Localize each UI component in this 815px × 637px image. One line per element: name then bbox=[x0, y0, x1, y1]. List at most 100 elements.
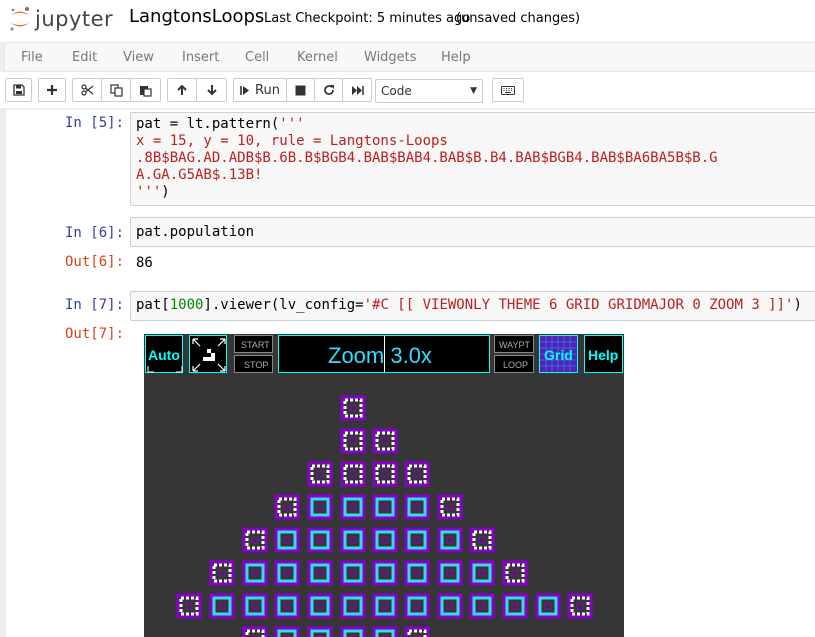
loop-cell bbox=[544, 602, 552, 610]
stop-label: STOP bbox=[244, 360, 269, 370]
menu-kernel[interactable]: Kernel bbox=[297, 50, 338, 65]
loop-cell bbox=[251, 569, 259, 577]
cell-type-select[interactable]: Code ▼ bbox=[375, 79, 483, 103]
copy-button[interactable] bbox=[101, 78, 131, 102]
loop-cell bbox=[446, 602, 454, 610]
loop-cell bbox=[316, 536, 324, 544]
loop-cell bbox=[185, 602, 193, 610]
code-content: pat[1000].viewer(lv_config='#C [[ VIEWON… bbox=[136, 297, 802, 314]
paste-button[interactable] bbox=[130, 78, 161, 102]
auto-fit-button[interactable]: Auto bbox=[145, 335, 183, 373]
restart-run-all-button[interactable] bbox=[342, 78, 372, 102]
loop-button[interactable]: LOOP bbox=[494, 355, 534, 373]
loop-cell bbox=[413, 470, 421, 478]
help-button[interactable]: Help bbox=[584, 335, 623, 373]
code-token: ) bbox=[793, 297, 802, 313]
in-prompt: In [5]: bbox=[65, 115, 125, 131]
stop-button[interactable]: STOP bbox=[234, 355, 273, 373]
out-prompt: Out[7]: bbox=[65, 326, 125, 342]
output-text: 86 bbox=[136, 255, 153, 271]
waypt-label: WAYPT bbox=[499, 340, 530, 350]
loop-cell bbox=[349, 503, 357, 511]
code-cell-input[interactable]: pat.population bbox=[130, 217, 815, 247]
code-content: pat = lt.pattern(''' x = 15, y = 10, rul… bbox=[136, 116, 718, 201]
jupyter-logo[interactable]: jupyter bbox=[8, 4, 113, 34]
grid-toggle-button[interactable]: Grid bbox=[539, 335, 578, 373]
loop-cell bbox=[218, 602, 226, 610]
loop-cell bbox=[478, 602, 486, 610]
save-button[interactable] bbox=[5, 78, 32, 102]
loop-cell bbox=[381, 470, 389, 478]
menu-insert[interactable]: Insert bbox=[182, 50, 219, 65]
loop-cell bbox=[381, 437, 389, 445]
loop-cell bbox=[381, 569, 389, 577]
code-number: 1000 bbox=[169, 297, 204, 313]
loop-cell bbox=[349, 536, 357, 544]
waypoint-button[interactable]: WAYPT bbox=[494, 335, 534, 353]
move-down-button[interactable] bbox=[196, 78, 227, 102]
loop-cell bbox=[413, 536, 421, 544]
loop-cell bbox=[316, 569, 324, 577]
loop-cell bbox=[316, 470, 324, 478]
code-token: pat[ bbox=[136, 297, 170, 313]
code-token: ].viewer(lv_config= bbox=[203, 297, 364, 313]
notebook-name[interactable]: LangtonsLoops bbox=[129, 6, 264, 27]
paste-icon bbox=[140, 85, 152, 97]
loop-cell bbox=[251, 602, 259, 610]
loop-cell bbox=[283, 602, 291, 610]
zoom-slider[interactable]: Zoom 3.0x bbox=[278, 335, 490, 373]
start-button[interactable]: START bbox=[234, 335, 273, 353]
loop-cell bbox=[446, 503, 454, 511]
chevron-down-icon: ▼ bbox=[470, 86, 477, 96]
autosave-status: (unsaved changes) bbox=[456, 11, 581, 26]
cell-type-value: Code bbox=[381, 84, 412, 98]
loop-cell bbox=[381, 503, 389, 511]
command-palette-button[interactable] bbox=[492, 78, 524, 102]
loop-cell bbox=[446, 569, 454, 577]
grid-label: Grid bbox=[544, 347, 573, 363]
code-cell-input[interactable]: pat[1000].viewer(lv_config='#C [[ VIEWON… bbox=[130, 291, 815, 321]
loop-cell bbox=[349, 470, 357, 478]
run-button[interactable]: Run bbox=[233, 78, 287, 102]
menu-file[interactable]: File bbox=[21, 50, 43, 65]
code-string: A.GA.G5AB$.13B! bbox=[136, 167, 263, 183]
lifeviewer-canvas[interactable]: Auto START STOP Zoom 3.0x WAYPT LOOP Gri… bbox=[144, 334, 624, 637]
menu-edit[interactable]: Edit bbox=[72, 50, 97, 65]
in-prompt: In [6]: bbox=[65, 225, 125, 241]
loop-cell bbox=[251, 536, 259, 544]
code-cell-input[interactable]: pat = lt.pattern(''' x = 15, y = 10, rul… bbox=[130, 112, 815, 206]
move-up-button[interactable] bbox=[167, 78, 197, 102]
notebook-header: jupyter LangtonsLoops Last Checkpoint: 5… bbox=[0, 0, 815, 42]
plus-icon bbox=[47, 85, 57, 95]
menu-view[interactable]: View bbox=[123, 50, 154, 65]
loop-cell bbox=[283, 503, 291, 511]
arrow-down-icon bbox=[206, 85, 217, 96]
keyboard-icon bbox=[501, 85, 515, 95]
save-icon bbox=[12, 84, 25, 96]
menu-widgets[interactable]: Widgets bbox=[364, 50, 417, 65]
out-prompt: Out[6]: bbox=[65, 254, 125, 270]
menu-cell[interactable]: Cell bbox=[245, 50, 269, 65]
fit-button[interactable] bbox=[189, 335, 227, 373]
loop-cell bbox=[349, 602, 357, 610]
loop-cell bbox=[511, 602, 519, 610]
cut-button[interactable] bbox=[72, 78, 102, 102]
help-label: Help bbox=[588, 347, 619, 363]
arrow-up-icon bbox=[177, 84, 187, 95]
interrupt-button[interactable] bbox=[286, 78, 315, 102]
loop-cell bbox=[413, 503, 421, 511]
fast-forward-icon bbox=[351, 85, 364, 95]
restart-button[interactable] bbox=[314, 78, 343, 102]
loop-label: LOOP bbox=[503, 360, 529, 370]
menubar: File Edit View Insert Cell Kernel Widget… bbox=[4, 42, 815, 72]
loop-cell bbox=[381, 602, 389, 610]
menu-help[interactable]: Help bbox=[441, 50, 471, 65]
insert-cell-button[interactable] bbox=[38, 78, 66, 102]
loop-cell bbox=[446, 536, 454, 544]
code-string: '#C [[ VIEWONLY THEME 6 GRID GRIDMAJOR 0… bbox=[363, 297, 794, 313]
jupyter-logo-icon bbox=[10, 7, 29, 31]
restart-icon bbox=[323, 85, 334, 95]
jupyter-logo-text: jupyter bbox=[35, 7, 114, 31]
loop-cell bbox=[349, 404, 357, 412]
copy-icon bbox=[109, 83, 123, 97]
